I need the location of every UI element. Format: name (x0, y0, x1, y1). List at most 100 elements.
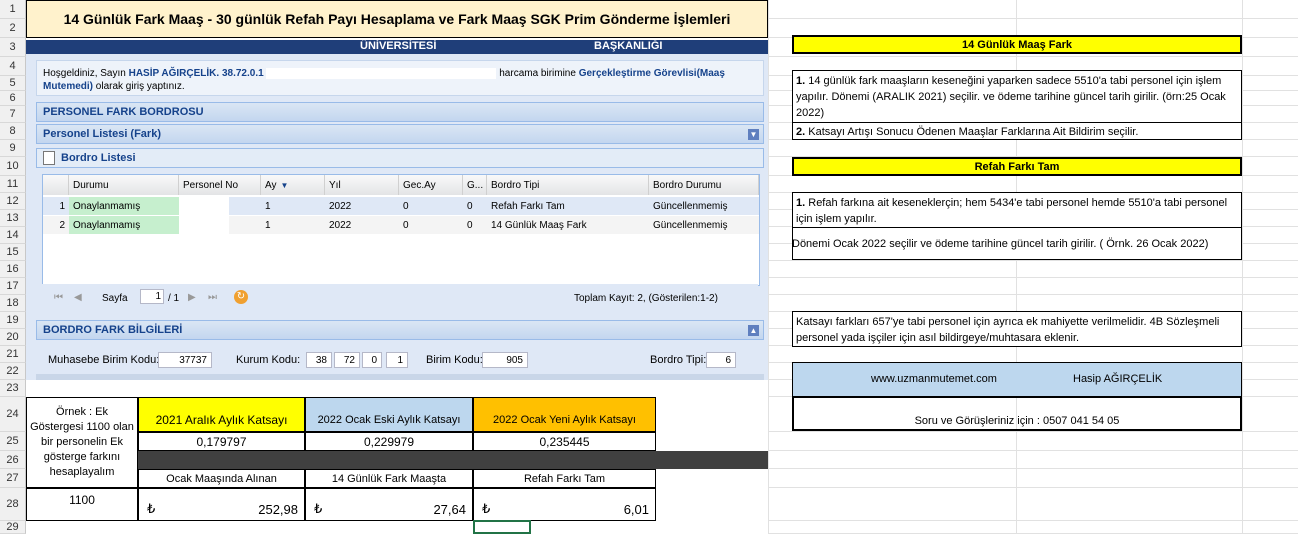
grid-header-personel-no[interactable]: Personel No (179, 175, 261, 195)
kurum-input-2[interactable]: 72 (334, 352, 360, 368)
row-header[interactable]: 7 (0, 106, 26, 123)
box2-item1-text: Refah farkına ait keseneklerçin; hem 543… (796, 197, 1228, 225)
money-value: 6,01 (623, 502, 649, 517)
grid-cell-ay: 1 (265, 200, 271, 212)
app-header-bar: ÜNİVERSİTESİ BAŞKANLIĞI (26, 40, 768, 54)
row-header[interactable]: 25 (0, 432, 26, 451)
row-header[interactable]: 17 (0, 278, 26, 295)
refresh-icon[interactable]: ↻ (234, 290, 248, 304)
row-header[interactable]: 2 (0, 19, 26, 38)
example-value[interactable]: 1100 (26, 488, 138, 521)
grid-header-g[interactable]: G... (463, 175, 487, 195)
grid-header-gec-ay[interactable]: Gec.Ay (399, 175, 463, 195)
birim-input[interactable]: 905 (482, 352, 528, 368)
value-2021-aralik[interactable]: 0,179797 (138, 432, 305, 451)
box1-item2-text: Katsayı Artışı Sonucu Ödenen Maaşlar Far… (805, 126, 1139, 138)
row-header[interactable]: 19 (0, 312, 26, 329)
row-header[interactable]: 18 (0, 295, 26, 312)
gridline (768, 431, 1298, 432)
gridline (768, 18, 1298, 19)
grid-header-ay[interactable]: Ay ▼ (261, 175, 325, 195)
row-header[interactable]: 22 (0, 363, 26, 380)
row-header[interactable]: 14 (0, 227, 26, 244)
grid-cell-personel (179, 216, 229, 234)
row-header[interactable]: 26 (0, 451, 26, 469)
row-header[interactable]: 23 (0, 380, 26, 397)
label-14-gunluk: 14 Günlük Fark Maaşta (305, 469, 473, 488)
selected-cell[interactable] (473, 520, 531, 534)
section-bordro-fark-bilgileri[interactable]: BORDRO FARK BİLGİLERİ ▲ (36, 320, 764, 340)
row-header[interactable]: 10 (0, 157, 26, 176)
cutoff-strip (36, 374, 764, 380)
website-link[interactable]: www.uzmanmutemet.com (871, 373, 997, 385)
kurum-input-4[interactable]: 1 (386, 352, 408, 368)
kurum-input-1[interactable]: 38 (306, 352, 332, 368)
row-header[interactable]: 5 (0, 76, 26, 91)
box2-item2: Dönemi Ocak 2022 seçilir ve ödeme tarihi… (792, 227, 1242, 260)
row-header[interactable]: 20 (0, 329, 26, 346)
first-page-icon[interactable]: ⏮ (54, 292, 63, 303)
gridline (768, 294, 1298, 295)
grid-header-durumu[interactable]: Durumu (69, 175, 179, 195)
row-header[interactable]: 28 (0, 488, 26, 521)
next-page-icon[interactable]: ▶ (188, 292, 196, 303)
row-header[interactable]: 15 (0, 244, 26, 261)
box2-item1: 1. Refah farkına ait keseneklerçin; hem … (792, 192, 1242, 228)
gridline (768, 450, 1298, 451)
box1-item2: 2. Katsayı Artışı Sonucu Ödenen Maaşlar … (792, 122, 1242, 140)
value-2022-ocak-yeni[interactable]: 0,235445 (473, 432, 656, 451)
footer-banner: www.uzmanmutemet.com Hasip AĞIRÇELİK (792, 362, 1242, 397)
box1-item1: 1. 14 günlük fark maaşların keseneğini y… (792, 70, 1242, 123)
collapse-icon[interactable]: ▼ (748, 129, 759, 140)
currency-symbol: ₺ (482, 501, 491, 516)
header-right-text: BAŞKANLIĞI (594, 40, 663, 52)
welcome-suffix: olarak giriş yaptınız. (95, 81, 185, 92)
muhasebe-input[interactable]: 37737 (158, 352, 212, 368)
pager-toolbar: ⏮ ◀ Sayfa 1 / 1 ▶ ⏭ ↻ Toplam Kayıt: 2, (… (42, 284, 758, 314)
row-header[interactable]: 4 (0, 57, 26, 76)
gridline (1242, 0, 1243, 534)
row-header[interactable]: 3 (0, 38, 26, 57)
last-page-icon[interactable]: ⏭ (208, 292, 217, 303)
page-total: / 1 (168, 293, 180, 304)
row-header[interactable]: 16 (0, 261, 26, 278)
row-header[interactable]: 13 (0, 210, 26, 227)
welcome-panel: Hoşgeldiniz, Sayın HASİP AĞIRÇELİK. 38.7… (36, 60, 764, 96)
row-header[interactable]: 29 (0, 521, 26, 534)
value-2022-ocak-eski[interactable]: 0,229979 (305, 432, 473, 451)
row-header[interactable]: 6 (0, 91, 26, 106)
kurum-label: Kurum Kodu: (236, 354, 301, 366)
row-header[interactable]: 1 (0, 0, 26, 19)
prev-page-icon[interactable]: ◀ (74, 292, 82, 303)
welcome-prefix: Hoşgeldiniz, Sayın (43, 68, 126, 79)
kurum-input-3[interactable]: 0 (362, 352, 382, 368)
redacted-area (266, 67, 497, 79)
row-header[interactable]: 27 (0, 469, 26, 488)
bordro-tipi-label: Bordro Tipi: (650, 354, 707, 366)
author-name: Hasip AĞIRÇELİK (1073, 373, 1163, 385)
bordro-fark-bilgileri-label: BORDRO FARK BİLGİLERİ (43, 324, 183, 336)
grid-header-bordro-tipi[interactable]: Bordro Tipi (487, 175, 649, 195)
section-personel-listesi[interactable]: Personel Listesi (Fark) ▼ (36, 124, 764, 144)
bordro-tipi-input[interactable]: 6 (706, 352, 736, 368)
expand-icon[interactable]: ▲ (748, 325, 759, 336)
row-header[interactable]: 8 (0, 123, 26, 140)
box1-title: 14 Günlük Maaş Fark (792, 35, 1242, 54)
row-header[interactable]: 12 (0, 193, 26, 210)
row-header[interactable]: 11 (0, 176, 26, 193)
grid-cell-n: 1 (59, 200, 65, 212)
row-header[interactable]: 21 (0, 346, 26, 363)
grid-header-bordro-durumu[interactable]: Bordro Durumu (649, 175, 759, 195)
row-header[interactable]: 24 (0, 397, 26, 432)
muhasebe-label: Muhasebe Birim Kodu: (48, 354, 160, 366)
row-header[interactable]: 9 (0, 140, 26, 157)
money-14-gunluk[interactable]: ₺ 27,64 (305, 488, 473, 521)
money-ocak-maasinda[interactable]: ₺ 252,98 (138, 488, 305, 521)
grid-cell-bdurum: Güncellenmemiş (653, 200, 728, 212)
grid-header-yil[interactable]: Yıl (325, 175, 399, 195)
money-refah-farki[interactable]: ₺ 6,01 (473, 488, 656, 521)
grid-cell-n: 2 (59, 219, 65, 231)
page-input[interactable]: 1 (140, 289, 164, 304)
box1-item1-text: 14 günlük fark maaşların keseneğini yapa… (796, 75, 1226, 119)
contact-box: Soru ve Görüşleriniz için : 0507 041 54 … (792, 396, 1242, 431)
